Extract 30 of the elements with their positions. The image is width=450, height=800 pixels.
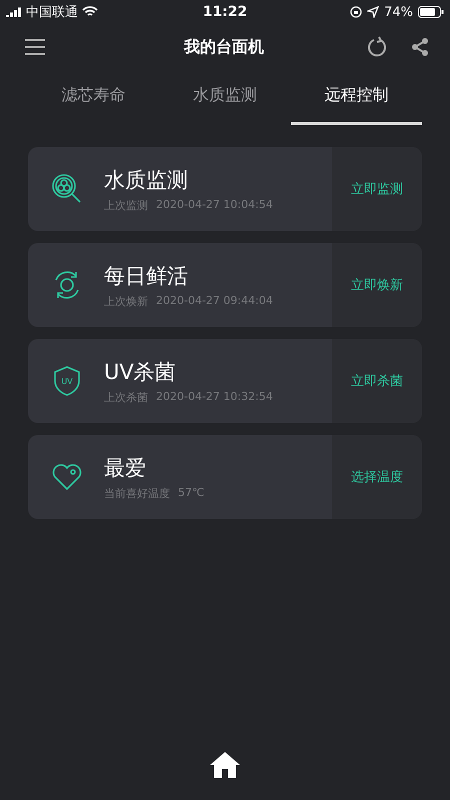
action-button[interactable]: 立即杀菌 xyxy=(332,339,422,423)
action-button[interactable]: 选择温度 xyxy=(332,435,422,519)
battery-icon xyxy=(418,6,444,18)
card-value: 2020-04-27 10:32:54 xyxy=(156,390,273,404)
card-title: 水质监测 xyxy=(104,166,189,194)
battery-percent: 74% xyxy=(384,4,413,20)
tab[interactable]: 远程控制 xyxy=(290,78,422,125)
card-title: 最爱 xyxy=(104,454,147,482)
home-icon[interactable] xyxy=(209,751,241,779)
card-caption: 上次杀菌 xyxy=(104,390,148,404)
card-caption: 上次焕新 xyxy=(104,294,148,308)
tab[interactable]: 滤芯寿命 xyxy=(28,78,160,125)
share-icon xyxy=(410,37,430,57)
card-value: 2020-04-27 09:44:04 xyxy=(156,294,273,308)
carrier-name: 中国联通 xyxy=(26,4,78,21)
signal-icon xyxy=(6,7,22,17)
action-button[interactable]: 立即焕新 xyxy=(332,243,422,327)
location-icon xyxy=(367,6,380,18)
card-value: 2020-04-27 10:04:54 xyxy=(156,198,273,212)
rotation-lock-icon xyxy=(350,6,362,18)
card-caption: 上次监测 xyxy=(104,198,148,212)
card-title: 每日鲜活 xyxy=(104,262,189,290)
card-title: UV杀菌 xyxy=(104,358,177,386)
tab[interactable]: 水质监测 xyxy=(159,78,291,125)
wifi-icon xyxy=(82,6,98,18)
status-time: 11:22 xyxy=(202,4,248,20)
action-button[interactable]: 立即监测 xyxy=(332,147,422,231)
card-value: 57℃ xyxy=(178,486,204,500)
card-caption: 当前喜好温度 xyxy=(104,486,170,500)
page-title: 我的台面机 xyxy=(182,36,265,58)
